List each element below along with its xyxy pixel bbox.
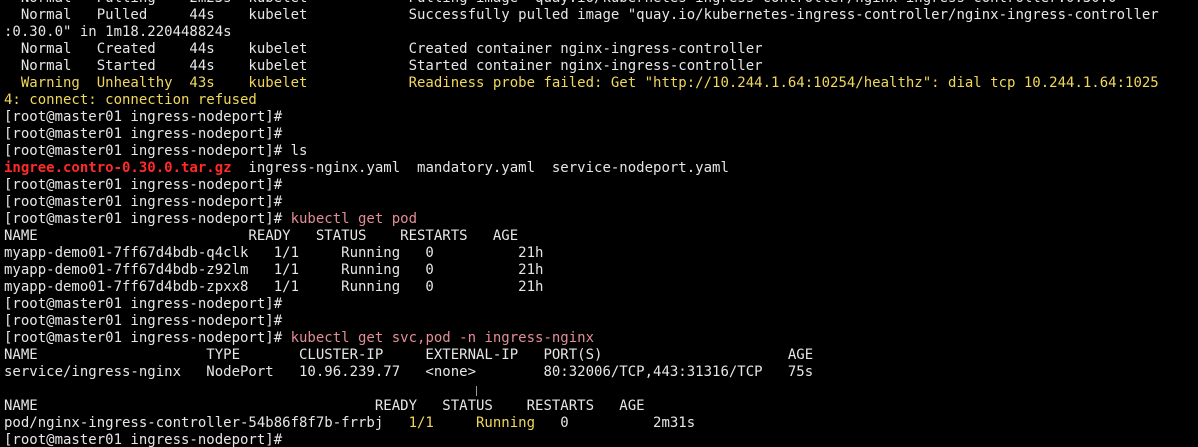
terminal-line: [root@master01 ingress-nodeport]#	[0, 313, 1198, 330]
terminal-line: Normal Created 44s kubelet Created conta…	[0, 41, 1198, 58]
terminal-text-segment: [root@master01 ingress-nodeport]#	[4, 126, 283, 142]
terminal-line: Normal Pulled 44s kubelet Successfully p…	[0, 7, 1198, 24]
terminal-text-segment: 1/1 Running	[408, 415, 536, 431]
terminal-line: NAME READY STATUS RESTARTS AGE	[0, 398, 1198, 415]
terminal-text-segment: [root@master01 ingress-nodeport]#	[4, 330, 291, 346]
terminal-line: myapp-demo01-7ff67d4bdb-q4clk 1/1 Runnin…	[0, 245, 1198, 262]
terminal-line: Normal Started 44s kubelet Started conta…	[0, 58, 1198, 75]
terminal-text-segment: [root@master01 ingress-nodeport]#	[4, 313, 283, 329]
terminal-line: [root@master01 ingress-nodeport]#	[0, 126, 1198, 143]
terminal-line: :0.30.0" in 1m18.220448824s	[0, 24, 1198, 41]
terminal-text-segment: Readiness probe failed: Get "http://10.2…	[408, 75, 1159, 91]
terminal-text-segment: :0.30.0" in 1m18.220448824s	[4, 24, 232, 40]
terminal-line: myapp-demo01-7ff67d4bdb-z92lm 1/1 Runnin…	[0, 262, 1198, 279]
terminal-line: [root@master01 ingress-nodeport]# kubect…	[0, 330, 1198, 347]
terminal-line: Warning Unhealthy 43s kubelet Readiness …	[0, 75, 1198, 92]
terminal-line: [root@master01 ingress-nodeport]#	[0, 109, 1198, 126]
terminal-line: pod/nginx-ingress-controller-54b86f8f7b-…	[0, 415, 1198, 432]
terminal-text-segment: 4: connect: connection refused	[4, 92, 257, 108]
terminal-text-segment: [root@master01 ingress-nodeport]#	[4, 296, 283, 312]
terminal-text-segment: [root@master01 ingress-nodeport]#	[4, 211, 291, 227]
terminal-text-segment: pod/nginx-ingress-controller-54b86f8f7b-…	[4, 415, 409, 431]
terminal-text-segment: ingress-nginx.yaml mandatory.yaml servic…	[231, 160, 729, 176]
terminal-line: NAME TYPE CLUSTER-IP EXTERNAL-IP PORT(S)…	[0, 347, 1198, 364]
terminal-text-segment: [root@master01 ingress-nodeport]#	[4, 194, 283, 210]
terminal-line: Normal Pulling 2m23s kubelet Pulling ima…	[0, 0, 1198, 7]
terminal-text-segment: NAME READY STATUS RESTARTS AGE	[4, 228, 519, 244]
mouse-text-cursor	[476, 386, 477, 396]
terminal-text-segment: myapp-demo01-7ff67d4bdb-z92lm 1/1 Runnin…	[4, 262, 544, 278]
terminal-line: [root@master01 ingress-nodeport]# kubect…	[0, 211, 1198, 228]
terminal-text-segment: Normal Pulling 2m23s kubelet Pulling ima…	[4, 0, 1125, 6]
terminal-text-segment: [root@master01 ingress-nodeport]#	[4, 177, 283, 193]
terminal-text-segment: 0 2m31s	[535, 415, 696, 431]
terminal-line: ingree.contro-0.30.0.tar.gz ingress-ngin…	[0, 160, 1198, 177]
terminal-text-segment: service/ingress-nginx NodePort 10.96.239…	[4, 364, 814, 380]
terminal-text-segment: NAME READY STATUS RESTARTS AGE	[4, 398, 645, 414]
terminal-text-segment: Normal Created 44s kubelet Created conta…	[4, 41, 763, 57]
terminal-text-segment: ingree.contro-0.30.0.tar.gz	[4, 160, 232, 176]
terminal-line: myapp-demo01-7ff67d4bdb-zpxx8 1/1 Runnin…	[0, 279, 1198, 296]
terminal-text-segment: Normal Pulled 44s kubelet Successfully p…	[4, 7, 1159, 23]
terminal-text-segment: [root@master01 ingress-nodeport]#	[4, 109, 283, 125]
terminal-line: service/ingress-nginx NodePort 10.96.239…	[0, 364, 1198, 381]
terminal-line: [root@master01 ingress-nodeport]#	[0, 432, 1198, 447]
terminal-text-segment: myapp-demo01-7ff67d4bdb-q4clk 1/1 Runnin…	[4, 245, 544, 261]
terminal-text-segment: [root@master01 ingress-nodeport]# ls	[4, 143, 308, 159]
terminal-line: [root@master01 ingress-nodeport]#	[0, 177, 1198, 194]
terminal-text-segment: Warning Unhealthy 43s kubelet	[4, 75, 409, 91]
terminal-text-segment: [root@master01 ingress-nodeport]#	[4, 432, 283, 447]
terminal-line: NAME READY STATUS RESTARTS AGE	[0, 228, 1198, 245]
terminal-text-segment: kubectl get svc,pod -n ingress-nginx	[290, 330, 595, 346]
terminal-line: [root@master01 ingress-nodeport]#	[0, 296, 1198, 313]
terminal-window[interactable]: Normal Pulling 2m23s kubelet Pulling ima…	[0, 0, 1198, 447]
terminal-line: [root@master01 ingress-nodeport]#	[0, 194, 1198, 211]
terminal-text-segment: Normal Started 44s kubelet Started conta…	[4, 58, 763, 74]
terminal-text-segment: NAME TYPE CLUSTER-IP EXTERNAL-IP PORT(S)…	[4, 347, 814, 363]
terminal-line: 4: connect: connection refused	[0, 92, 1198, 109]
terminal-line: [root@master01 ingress-nodeport]# ls	[0, 143, 1198, 160]
terminal-text-segment: myapp-demo01-7ff67d4bdb-zpxx8 1/1 Runnin…	[4, 279, 544, 295]
terminal-text-segment: kubectl get pod	[290, 211, 418, 227]
